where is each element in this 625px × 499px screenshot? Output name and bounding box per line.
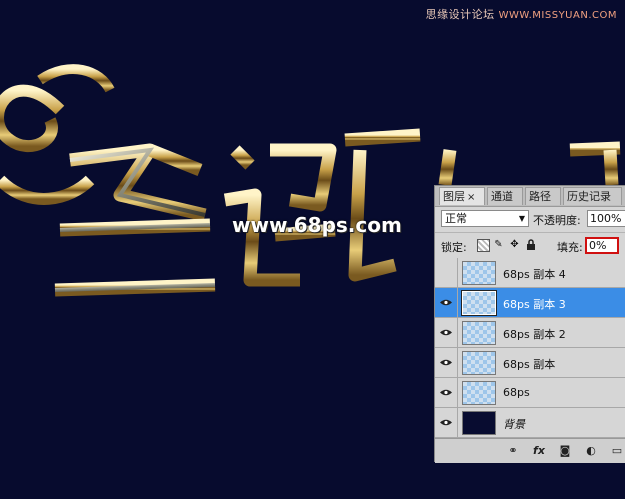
layers-panel: 图层 × 通道 路径 历史记录 正常 ▼ 不透明度: 100% 锁定: ✎ ✥ 填… — [434, 185, 625, 463]
layer-thumbnail — [462, 351, 496, 375]
visibility-toggle[interactable] — [435, 288, 458, 317]
layer-name: 68ps — [503, 386, 530, 399]
blend-mode-select[interactable]: 正常 ▼ — [441, 210, 529, 227]
layer-name: 68ps 副本 2 — [503, 328, 566, 341]
move-icon[interactable]: ✥ — [509, 239, 520, 250]
close-icon[interactable]: × — [467, 192, 475, 203]
tab-history[interactable]: 历史记录 — [563, 187, 622, 205]
opacity-label: 不透明度: — [533, 214, 581, 227]
watermark: 思缘设计论坛 WWW.MISSYUAN.COM — [426, 6, 617, 22]
layer-name: 68ps 副本 — [503, 358, 556, 371]
visibility-toggle[interactable] — [435, 408, 458, 437]
layer-thumbnail — [462, 381, 496, 405]
visibility-toggle[interactable] — [435, 318, 458, 347]
layer-name: 68ps 副本 3 — [503, 298, 566, 311]
layer-row[interactable]: 68ps — [435, 378, 625, 408]
lock-label: 锁定: — [441, 241, 467, 254]
blend-opacity-row: 正常 ▼ 不透明度: 100% — [435, 207, 625, 230]
eye-icon — [440, 299, 452, 306]
lock-icon[interactable] — [525, 239, 536, 250]
layer-thumbnail — [462, 321, 496, 345]
blend-mode-value: 正常 — [445, 212, 467, 225]
eye-icon — [440, 329, 452, 336]
tab-layers[interactable]: 图层 × — [439, 187, 485, 205]
layer-row-background[interactable]: 背景 — [435, 408, 625, 438]
fill-input[interactable]: 0% — [585, 237, 619, 254]
link-icon[interactable]: ⚭ — [505, 443, 521, 459]
lock-transparency-icon[interactable] — [477, 239, 490, 252]
layer-name: 背景 — [503, 418, 525, 431]
layer-thumbnail — [461, 290, 497, 316]
panel-tab-bar: 图层 × 通道 路径 历史记录 — [435, 186, 625, 207]
layer-thumbnail — [462, 411, 496, 435]
layer-row[interactable]: 68ps 副本 4 — [435, 258, 625, 288]
opacity-input[interactable]: 100% — [587, 210, 625, 227]
tab-paths-label: 路径 — [529, 190, 551, 203]
tab-channels[interactable]: 通道 — [487, 187, 523, 205]
chevron-down-icon: ▼ — [518, 214, 525, 223]
layer-row-selected[interactable]: 68ps 副本 3 — [435, 288, 625, 318]
fx-icon[interactable]: fx — [531, 443, 547, 459]
tab-history-label: 历史记录 — [567, 190, 611, 203]
folder-icon[interactable]: ▭ — [609, 443, 625, 459]
visibility-toggle[interactable] — [435, 348, 458, 377]
adjustment-icon[interactable]: ◐ — [583, 443, 599, 459]
visibility-toggle[interactable] — [435, 258, 458, 287]
eye-icon — [440, 419, 452, 426]
layer-row[interactable]: 68ps 副本 — [435, 348, 625, 378]
layer-thumbnail — [462, 261, 496, 285]
watermark-text: 思缘设计论坛 — [425, 8, 495, 21]
panel-footer: ⚭ fx ◙ ◐ ▭ — [435, 438, 625, 463]
lock-fill-row: 锁定: ✎ ✥ 填充: 0% — [435, 232, 625, 257]
artwork-url-text: www.68ps.com — [232, 213, 402, 237]
eye-icon — [440, 359, 452, 366]
eye-icon — [440, 389, 452, 396]
tab-layers-label: 图层 — [443, 190, 465, 203]
mask-icon[interactable]: ◙ — [557, 443, 573, 459]
fill-label: 填充: — [557, 241, 583, 254]
visibility-toggle[interactable] — [435, 378, 458, 407]
watermark-url: WWW.MISSYUAN.COM — [498, 10, 617, 21]
layer-row[interactable]: 68ps 副本 2 — [435, 318, 625, 348]
layer-name: 68ps 副本 4 — [503, 268, 566, 281]
tab-paths[interactable]: 路径 — [525, 187, 561, 205]
brush-icon[interactable]: ✎ — [493, 239, 504, 250]
tab-channels-label: 通道 — [491, 190, 513, 203]
